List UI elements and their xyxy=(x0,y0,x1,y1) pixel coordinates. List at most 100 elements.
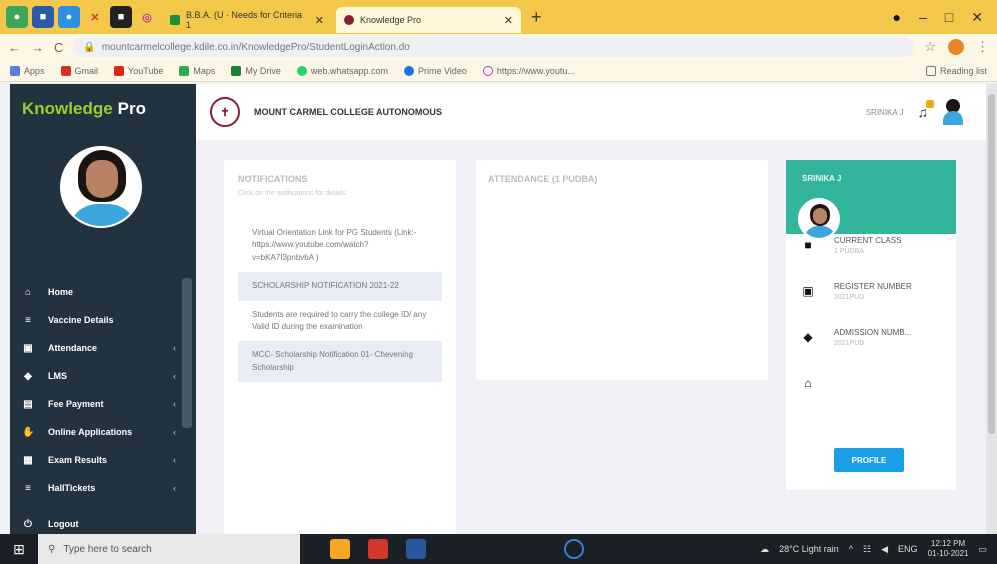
maximize-button[interactable]: □ xyxy=(945,9,953,25)
list-icon: ≡ xyxy=(25,314,31,326)
sidebar-item-lms[interactable]: ◆ LMS ‹ xyxy=(10,362,196,390)
bookmark-youtube[interactable]: YouTube xyxy=(114,65,163,76)
window-controls: ● – □ ✕ xyxy=(893,9,997,26)
volume-icon[interactable]: ◀ xyxy=(881,544,888,555)
taskbar-search[interactable]: ⚲ Type here to search xyxy=(38,534,300,564)
sidebar-item-label: Logout xyxy=(48,519,79,529)
profile-row-admission-number: ◆ ADMISSION NUMB... 2021PUD xyxy=(786,326,956,372)
app-icon[interactable]: ● xyxy=(6,6,28,28)
reading-list-icon xyxy=(925,65,936,76)
profile-row-value: 2021PUD xyxy=(834,340,865,347)
forward-button[interactable]: → xyxy=(31,40,44,55)
header-avatar[interactable] xyxy=(942,99,964,125)
college-name: MOUNT CARMEL COLLEGE AUTONOMOUS xyxy=(254,107,442,117)
notification-item[interactable]: MCC- Scholarship Notification 01- Cheven… xyxy=(238,341,442,383)
reading-list[interactable]: Reading list xyxy=(925,65,987,76)
app-icon[interactable]: ■ xyxy=(110,6,132,28)
sidebar-item-online-applications[interactable]: ✋ Online Applications ‹ xyxy=(10,418,196,446)
new-tab-button[interactable]: + xyxy=(525,7,548,28)
profile-button[interactable]: PROFILE xyxy=(834,448,904,472)
profile-icon[interactable] xyxy=(948,39,964,55)
sidebar: Knowledge Pro ⌂ Home ≡ Vaccine Details ▣ At… xyxy=(10,84,196,534)
notifications-title: NOTIFICATIONS xyxy=(238,174,308,184)
profile-row-current-class: ■ CURRENT CLASS 1 PUDBA xyxy=(786,234,956,280)
chevron-icon: ‹ xyxy=(173,371,176,381)
profile-row-label: CURRENT CLASS xyxy=(834,236,902,245)
notifications-subtitle: Click on the notifications for details xyxy=(238,190,346,197)
bookmark-maps[interactable]: Maps xyxy=(179,65,215,76)
minimize-button[interactable]: – xyxy=(919,9,927,25)
home-icon: ⌂ xyxy=(24,286,32,298)
id-card-icon: ▣ xyxy=(802,284,814,298)
browser-tab-bar: ● ■ ● ✕ ■ ◎ B.B.A. (U · Needs for Criter… xyxy=(0,0,997,34)
college-seal-icon: ✝ xyxy=(210,97,240,127)
close-tab-icon[interactable]: ✕ xyxy=(315,14,324,27)
header-user-name: SRINIKA J xyxy=(865,107,904,117)
profile-row-institution: ⌂ xyxy=(786,372,956,418)
chrome-icon[interactable] xyxy=(330,539,350,559)
tray-chevron-icon[interactable]: ^ xyxy=(849,544,853,554)
file-explorer-icon[interactable] xyxy=(406,539,426,559)
menu-icon[interactable]: ⋮ xyxy=(976,39,989,55)
clock[interactable]: 12:12 PM 01-10-2021 xyxy=(928,539,969,558)
avatar xyxy=(798,198,840,240)
back-button[interactable]: ← xyxy=(8,40,21,55)
sidebar-item-label: Exam Results xyxy=(48,455,108,465)
close-icon[interactable]: ✕ xyxy=(84,6,106,28)
notification-item[interactable]: Virtual Orientation Link for PG Students… xyxy=(238,219,442,272)
bookmark-label: Apps xyxy=(24,65,45,76)
browser-tab-sheets[interactable]: B.B.A. (U · Needs for Criteria 1 ✕ xyxy=(162,7,332,33)
bookmarks-bar: Apps Gmail YouTube Maps My Drive web.wha… xyxy=(0,60,997,82)
sidebar-item-home[interactable]: ⌂ Home xyxy=(10,278,196,306)
sidebar-item-exam-results[interactable]: ▦ Exam Results ‹ xyxy=(10,446,196,474)
bookmark-gmail[interactable]: Gmail xyxy=(60,65,98,76)
notification-item[interactable]: SCHOLARSHIP NOTIFICATION 2021-22 xyxy=(238,272,442,301)
notification-center-icon[interactable]: ▭ xyxy=(978,544,987,555)
sidebar-item-attendance[interactable]: ▣ Attendance ‹ xyxy=(10,334,196,362)
calendar-icon: ▣ xyxy=(23,342,33,354)
close-window-button[interactable]: ✕ xyxy=(971,9,983,26)
sidebar-nav: ⌂ Home ≡ Vaccine Details ▣ Attendance ‹ ◆ LMS… xyxy=(10,278,196,538)
sidebar-item-label: Attendance xyxy=(48,343,98,353)
profile-row-label: ADMISSION NUMB... xyxy=(834,328,912,337)
sidebar-item-halltickets[interactable]: ≡ HallTickets ‹ xyxy=(10,474,196,502)
scroll-thumb[interactable] xyxy=(988,94,995,434)
page-scrollbar[interactable] xyxy=(986,84,997,534)
windows-start-icon[interactable]: ⊞ xyxy=(0,541,38,558)
profile-row-register-number: ▣ REGISTER NUMBER 2021PUD xyxy=(786,280,956,326)
bookmark-label: web.whatsapp.com xyxy=(310,65,388,76)
close-tab-icon[interactable]: ✕ xyxy=(504,14,513,27)
profile-row-value: 1 PUDBA xyxy=(834,248,864,255)
url-field[interactable]: 🔒 mountcarmelcollege.kdile.co.in/Knowled… xyxy=(73,37,915,57)
bookmark-whatsapp[interactable]: web.whatsapp.com xyxy=(296,65,388,76)
sidebar-item-label: Vaccine Details xyxy=(48,315,114,325)
bookmark-apps[interactable]: Apps xyxy=(10,65,45,76)
notification-bell-icon[interactable]: ♫ xyxy=(918,100,934,120)
app-icon[interactable] xyxy=(368,539,388,559)
edge-icon[interactable] xyxy=(564,539,584,559)
youtube-icon xyxy=(114,65,125,76)
bookmark-prime[interactable]: Prime Video xyxy=(403,65,467,76)
search-placeholder: Type here to search xyxy=(63,543,152,555)
language-indicator[interactable]: ENG xyxy=(898,544,918,554)
chevron-icon: ‹ xyxy=(173,343,176,353)
reload-button[interactable]: C xyxy=(54,40,63,55)
browser-tab-knowledge-pro[interactable]: Knowledge Pro ✕ xyxy=(336,7,521,33)
star-icon[interactable]: ☆ xyxy=(924,39,936,55)
network-icon[interactable]: ☷ xyxy=(863,544,871,555)
clock-time: 12:12 PM xyxy=(930,539,966,549)
app-icon[interactable]: ◎ xyxy=(136,6,158,28)
app-icon[interactable]: ■ xyxy=(32,6,54,28)
record-icon[interactable]: ● xyxy=(893,9,901,25)
notification-item[interactable]: Students are required to carry the colle… xyxy=(238,301,442,342)
bookmark-drive[interactable]: My Drive xyxy=(231,65,281,76)
tab-label: Knowledge Pro xyxy=(360,15,422,25)
app-icon[interactable]: ● xyxy=(58,6,80,28)
attendance-panel: ATTENDANCE (1 PUDBA) xyxy=(476,160,768,380)
bookmark-youtube-link[interactable]: https://www.youtu... xyxy=(482,65,575,76)
weather-text[interactable]: 28°C Light rain xyxy=(779,544,839,554)
sidebar-item-fee-payment[interactable]: ▤ Fee Payment ‹ xyxy=(10,390,196,418)
apps-icon xyxy=(10,65,20,76)
brand-logo[interactable]: Knowledge Pro xyxy=(10,84,196,134)
sidebar-item-vaccine-details[interactable]: ≡ Vaccine Details xyxy=(10,306,196,334)
